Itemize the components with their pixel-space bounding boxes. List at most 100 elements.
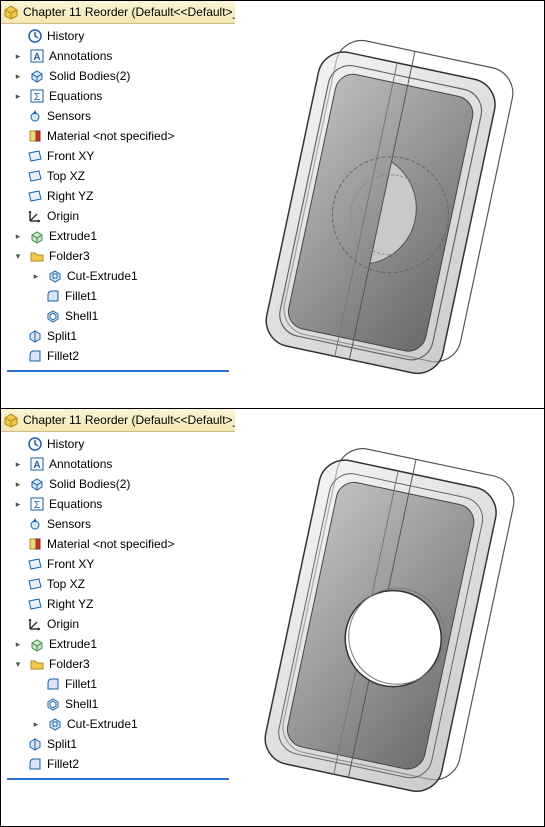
tree-item-annotations[interactable]: ▸Annotations <box>1 46 235 66</box>
tree-item-label: Shell1 <box>65 309 98 323</box>
folder-icon <box>29 248 45 264</box>
tree-item-right-yz[interactable]: Right YZ <box>1 186 235 206</box>
chevron-right-icon[interactable]: ▸ <box>31 271 41 281</box>
tree-item-folder3[interactable]: ▾ Folder3 <box>1 654 235 674</box>
tree-item-split1[interactable]: Split1 <box>1 734 235 754</box>
split-icon <box>27 328 43 344</box>
part-icon <box>3 412 19 428</box>
tree-item-front-xy[interactable]: Front XY <box>1 146 235 166</box>
rollback-bar[interactable] <box>7 370 229 372</box>
tree-item-extrude1[interactable]: ▸ Extrude1 <box>1 226 235 246</box>
viewport-2[interactable] <box>235 409 544 826</box>
fillet-icon <box>45 288 61 304</box>
split-icon <box>27 736 43 752</box>
plane-icon <box>27 576 43 592</box>
tree-item-front-xy[interactable]: Front XY <box>1 554 235 574</box>
panel-top: Chapter 11 Reorder (Default<<Default>_D … <box>0 0 545 408</box>
tree-item-label: Fillet1 <box>65 289 97 303</box>
plane-icon <box>27 188 43 204</box>
plane-icon <box>27 148 43 164</box>
tree-item-label: Front XY <box>47 557 94 571</box>
tree-item-top-xz[interactable]: Top XZ <box>1 166 235 186</box>
tree-item-origin[interactable]: Origin <box>1 206 235 226</box>
tree-item-sensors[interactable]: Sensors <box>1 106 235 126</box>
tree-item-label: Cut-Extrude1 <box>67 717 138 731</box>
tree-item-label: Annotations <box>49 457 112 471</box>
tree-item-label: Material <not specified> <box>47 537 174 551</box>
tree-item-label: Top XZ <box>47 169 85 183</box>
tree-item-equations[interactable]: ▸ Equations <box>1 494 235 514</box>
tree-item-annotations[interactable]: ▸ Annotations <box>1 454 235 474</box>
tree-item-label: Fillet1 <box>65 677 97 691</box>
tree-item-fillet2[interactable]: Fillet2 <box>1 754 235 774</box>
tree-item-label: Equations <box>49 89 102 103</box>
chevron-right-icon[interactable]: ▸ <box>13 459 23 469</box>
tree-item-solid-bodies-2-[interactable]: ▸Solid Bodies(2) <box>1 474 235 494</box>
rollback-bar[interactable] <box>7 778 229 780</box>
chevron-down-icon[interactable]: ▾ <box>13 251 23 261</box>
viewport-1[interactable] <box>235 1 544 408</box>
tree-item-split1[interactable]: Split1 <box>1 326 235 346</box>
tree-item-label: Right YZ <box>47 189 93 203</box>
fillet-icon <box>27 756 43 772</box>
tree-item-equations[interactable]: ▸ Equations <box>1 86 235 106</box>
tree-item-label: Fillet2 <box>47 757 79 771</box>
tree-item-label: Folder3 <box>49 249 90 263</box>
tree-item-label: Origin <box>47 209 79 223</box>
plane-icon <box>27 168 43 184</box>
tree-item-history[interactable]: History <box>1 26 235 46</box>
model-render-2 <box>252 423 527 813</box>
tree-item-fillet2[interactable]: Fillet2 <box>1 346 235 366</box>
tree-item-cut-extrude1[interactable]: ▸Cut-Extrude1 <box>1 266 235 286</box>
chevron-right-icon[interactable]: ▸ <box>13 231 23 241</box>
chevron-right-icon[interactable]: ▸ <box>31 719 41 729</box>
tree-item-cut-extrude1[interactable]: ▸ Cut-Extrude1 <box>1 714 235 734</box>
tree-item-label: Split1 <box>47 329 77 343</box>
chevron-right-icon[interactable]: ▸ <box>13 499 23 509</box>
mat-icon <box>27 128 43 144</box>
chevron-right-icon[interactable]: ▸ <box>13 71 23 81</box>
model-render-1 <box>252 15 527 395</box>
shell-icon <box>45 308 61 324</box>
tree-item-shell1[interactable]: Shell1 <box>1 306 235 326</box>
tree-root[interactable]: Chapter 11 Reorder (Default<<Default>_D <box>1 409 235 432</box>
sensor-icon <box>27 516 43 532</box>
tree-item-label: Fillet2 <box>47 349 79 363</box>
chevron-right-icon[interactable]: ▸ <box>13 91 23 101</box>
chevron-right-icon[interactable]: ▸ <box>13 51 23 61</box>
tree-item-extrude1[interactable]: ▸Extrude1 <box>1 634 235 654</box>
tree-item-fillet1[interactable]: Fillet1 <box>1 674 235 694</box>
tree-item-label: Extrude1 <box>49 229 97 243</box>
tree-item-label: Origin <box>47 617 79 631</box>
tree-item-label: Equations <box>49 497 102 511</box>
tree-item-top-xz[interactable]: Top XZ <box>1 574 235 594</box>
tree-item-solid-bodies-2-[interactable]: ▸ Solid Bodies(2) <box>1 66 235 86</box>
tree-item-label: Solid Bodies(2) <box>49 69 130 83</box>
root-label: Chapter 11 Reorder (Default<<Default>_D <box>23 5 235 19</box>
tree-item-label: Top XZ <box>47 577 85 591</box>
tree-item-material-not-specified-[interactable]: Material <not specified> <box>1 534 235 554</box>
chevron-right-icon[interactable]: ▸ <box>13 479 23 489</box>
tree-item-right-yz[interactable]: Right YZ <box>1 594 235 614</box>
tree-item-folder3[interactable]: ▾ Folder3 <box>1 246 235 266</box>
extrude-icon <box>29 636 45 652</box>
tree-item-label: Right YZ <box>47 597 93 611</box>
eq-icon <box>29 88 45 104</box>
tree-root[interactable]: Chapter 11 Reorder (Default<<Default>_D <box>1 1 235 24</box>
solid-icon <box>29 476 45 492</box>
tree-item-label: Folder3 <box>49 657 90 671</box>
chevron-down-icon[interactable]: ▾ <box>13 659 23 669</box>
panel-bottom: Chapter 11 Reorder (Default<<Default>_D … <box>0 408 545 827</box>
tree-item-sensors[interactable]: Sensors <box>1 514 235 534</box>
tree-item-fillet1[interactable]: Fillet1 <box>1 286 235 306</box>
folder-icon <box>29 656 45 672</box>
tree-item-material-not-specified-[interactable]: Material <not specified> <box>1 126 235 146</box>
fillet-icon <box>27 348 43 364</box>
annot-icon <box>29 48 45 64</box>
tree-item-origin[interactable]: Origin <box>1 614 235 634</box>
chevron-right-icon[interactable]: ▸ <box>13 639 23 649</box>
tree-item-shell1[interactable]: Shell1 <box>1 694 235 714</box>
tree-item-history[interactable]: History <box>1 434 235 454</box>
tree-item-label: Split1 <box>47 737 77 751</box>
solid-icon <box>29 68 45 84</box>
